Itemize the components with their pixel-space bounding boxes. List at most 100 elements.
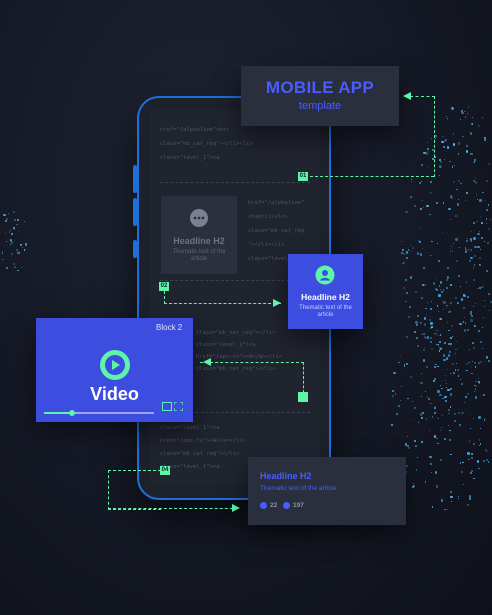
particle [424,346,426,348]
particle [482,191,484,193]
particle [488,309,491,311]
particle [420,208,423,211]
particle [404,210,408,214]
particle [5,232,7,234]
subtitles-icon[interactable] [162,402,172,411]
arrow-head [403,92,411,100]
particle [457,348,460,350]
particle [441,231,444,234]
phone-inner-card[interactable]: Headline H2 Thematic text of the article [161,196,237,274]
particle [430,192,432,194]
particle [430,255,432,257]
particle [443,158,446,161]
particle [440,499,444,502]
code-line: class="level_1"><a [160,425,220,431]
video-progress-knob[interactable] [68,410,75,416]
particle [463,401,465,403]
particle [440,459,442,462]
particle [418,421,419,423]
particle [418,182,421,185]
particle [449,387,453,390]
particle [465,150,469,153]
phone-side-button [133,198,137,226]
video-progress-fill [44,412,72,414]
heart-icon[interactable] [260,502,267,509]
particle [464,110,467,113]
particle [478,416,481,419]
particle [430,347,433,350]
particle [420,416,423,419]
particle [456,203,460,206]
particle [448,439,451,442]
particle [472,417,474,420]
particle [410,178,413,180]
particle [458,496,459,497]
particle [467,504,469,507]
play-button[interactable] [100,350,130,380]
particle [413,330,416,333]
particle [449,218,452,220]
article-card[interactable]: Headline H2 Thematic text of the article… [248,457,406,525]
screen-divider [160,182,310,183]
particle [439,385,441,386]
particle [436,305,439,307]
user-card-title: Headline H2 [301,292,350,302]
particle [422,332,425,335]
connector-line [108,508,238,509]
particle [473,347,475,349]
particle [479,257,481,259]
particle [440,348,442,351]
particle [450,495,453,499]
particle [437,335,440,337]
particle [3,213,6,217]
particle [441,415,443,417]
particle [394,392,397,395]
particle [466,192,468,194]
particle [23,221,25,223]
particle [467,393,470,396]
particle [410,196,412,198]
particle [458,246,461,249]
particle [429,307,432,310]
page-subtitle: template [298,100,342,112]
particle [441,140,444,143]
particle [9,229,11,231]
particle [452,143,455,146]
particle [473,237,476,240]
particle [5,217,8,221]
fullscreen-icon[interactable] [174,402,183,411]
particle [420,381,423,385]
particle [435,202,438,204]
marker-square [298,392,308,402]
particle [477,233,480,236]
particle [461,411,464,414]
particle [393,372,396,375]
particle [407,249,410,251]
user-card[interactable]: Headline H2 Thematic text of the article [288,254,363,329]
particle [468,495,472,498]
particle [453,419,456,422]
particle [479,249,481,251]
particle [438,340,441,343]
particle [406,363,409,366]
particle [479,382,481,384]
particle [458,275,461,278]
particle [463,307,466,310]
particle [452,180,456,184]
particle [484,417,487,420]
particle [439,281,443,284]
particle [23,249,26,251]
particle [431,506,434,508]
particle [432,380,436,383]
particle [420,372,422,374]
video-progress-track[interactable] [44,410,154,416]
particle [471,314,474,317]
particle [482,347,484,350]
video-card[interactable]: Block 2 Video [36,318,193,422]
comment-icon[interactable] [283,502,290,509]
play-icon [105,355,125,375]
particle [456,363,458,365]
particle [483,199,485,201]
particle [428,429,431,432]
particle [431,326,433,328]
